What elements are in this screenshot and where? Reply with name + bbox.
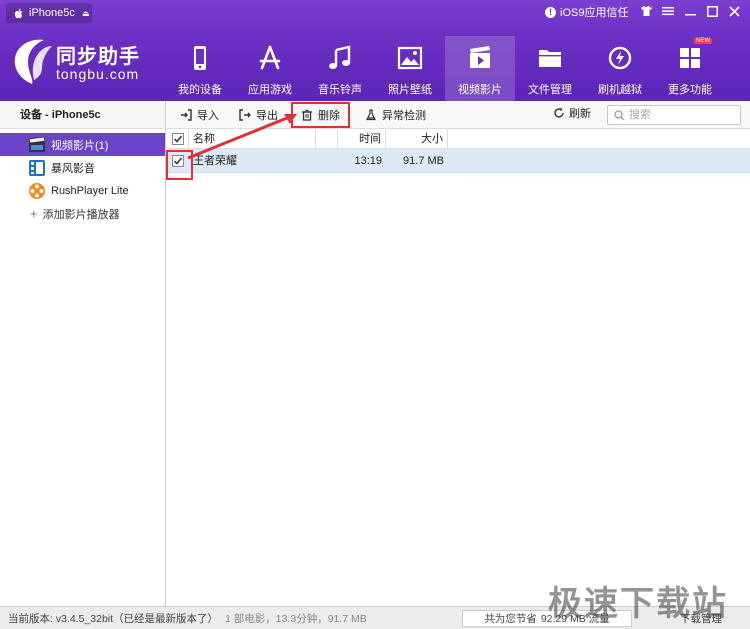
nav-video[interactable]: 视频影片 xyxy=(445,36,515,101)
check-label: 异常检测 xyxy=(382,109,426,122)
film-strip-icon xyxy=(28,159,46,177)
nav-apps[interactable]: 应用游戏 xyxy=(235,36,305,101)
title-bar: iPhone5c ⏏ ! iOS9应用信任 xyxy=(0,0,750,25)
ios-trust-link[interactable]: ! iOS9应用信任 xyxy=(545,4,628,20)
app-logo: 同步助手 tongbu.com xyxy=(10,36,155,88)
watermark: 极速下载站 xyxy=(548,585,728,623)
phone-icon xyxy=(194,46,206,70)
device-name: iPhone5c xyxy=(29,7,75,19)
savings-prefix: 共为您节省 xyxy=(484,613,537,625)
nav-flash[interactable]: 刷机越狱 xyxy=(585,36,655,101)
window-controls xyxy=(638,3,742,19)
logo-domain: tongbu.com xyxy=(56,66,140,82)
refresh-icon xyxy=(554,107,564,118)
flask-icon xyxy=(366,108,376,120)
nav-more[interactable]: NEW 更多功能 xyxy=(655,36,725,101)
sidebar-item-baofeng[interactable]: 暴风影音 xyxy=(0,156,165,179)
sidebar-item-videos[interactable]: 视频影片(1) xyxy=(0,133,165,156)
library-stats: 1 部电影，13.3分钟，91.7 MB xyxy=(225,612,367,625)
delete-label: 删除 xyxy=(318,109,340,122)
logo-brand: 同步助手 xyxy=(56,46,140,68)
info-icon: ! xyxy=(545,6,556,18)
add-player-label: 添加影片播放器 xyxy=(42,208,120,221)
sidebar-item-label: 暴风影音 xyxy=(51,162,95,175)
search-icon xyxy=(614,109,625,120)
nav-photos[interactable]: 照片壁纸 xyxy=(375,36,445,101)
nav-my-device[interactable]: 我的设备 xyxy=(165,36,235,101)
music-note-icon xyxy=(329,45,351,69)
refresh-button[interactable]: 刷新 xyxy=(553,105,591,121)
close-icon[interactable] xyxy=(726,3,742,19)
refresh-label: 刷新 xyxy=(569,108,591,120)
folder-icon xyxy=(539,50,561,67)
skin-icon[interactable] xyxy=(638,3,654,19)
check-button[interactable]: 异常检测 xyxy=(362,104,429,126)
sidebar-item-rushplayer[interactable]: RushPlayer Lite xyxy=(0,179,165,202)
main-nav: 我的设备 应用游戏 音乐铃声 照片壁纸 视频影片 文件管理 刷机越狱 NEW 更… xyxy=(165,36,725,101)
grid-icon xyxy=(680,48,700,68)
sidebar-item-label: 视频影片(1) xyxy=(51,139,109,152)
sidebar: 设备 - iPhone5c 视频影片(1) 暴风影音 RushPlayer Li… xyxy=(0,101,166,606)
sidebar-item-label: RushPlayer Lite xyxy=(51,184,129,197)
ios-trust-label: iOS9应用信任 xyxy=(560,7,629,19)
row-size: 91.7 MB xyxy=(403,155,444,167)
app-store-icon xyxy=(259,45,281,70)
sidebar-title: 设备 - iPhone5c xyxy=(0,101,165,129)
new-badge: NEW xyxy=(694,38,712,44)
row-spacer xyxy=(316,149,338,173)
search-box[interactable] xyxy=(607,105,741,125)
app-header: iPhone5c ⏏ ! iOS9应用信任 同步助手 tongbu.com 我的… xyxy=(0,0,750,101)
nav-music[interactable]: 音乐铃声 xyxy=(305,36,375,101)
search-input[interactable] xyxy=(629,109,729,121)
picture-icon xyxy=(397,46,423,70)
header-time[interactable]: 时间 xyxy=(338,129,386,149)
device-tab[interactable]: iPhone5c ⏏ xyxy=(6,3,92,23)
version-text: 当前版本: v3.4.5_32bit（已经是最新版本了） xyxy=(8,612,219,625)
eject-icon[interactable]: ⏏ xyxy=(82,9,90,18)
maximize-icon[interactable] xyxy=(704,3,720,19)
flash-icon xyxy=(608,46,632,70)
menu-icon[interactable] xyxy=(660,3,676,19)
video-icon xyxy=(470,46,490,68)
plus-icon: + xyxy=(30,206,38,221)
tongbu-logo-icon xyxy=(14,39,52,84)
nav-files[interactable]: 文件管理 xyxy=(515,36,585,101)
reel-icon xyxy=(28,182,46,200)
add-player-button[interactable]: + 添加影片播放器 xyxy=(0,202,165,225)
apple-icon xyxy=(14,8,23,18)
minimize-icon[interactable] xyxy=(682,3,698,19)
annotation-arrow xyxy=(187,114,297,160)
header-spacer xyxy=(316,129,338,149)
row-time: 13:19 xyxy=(354,155,382,167)
header-size[interactable]: 大小 xyxy=(386,129,448,149)
clapper-icon xyxy=(28,136,46,154)
